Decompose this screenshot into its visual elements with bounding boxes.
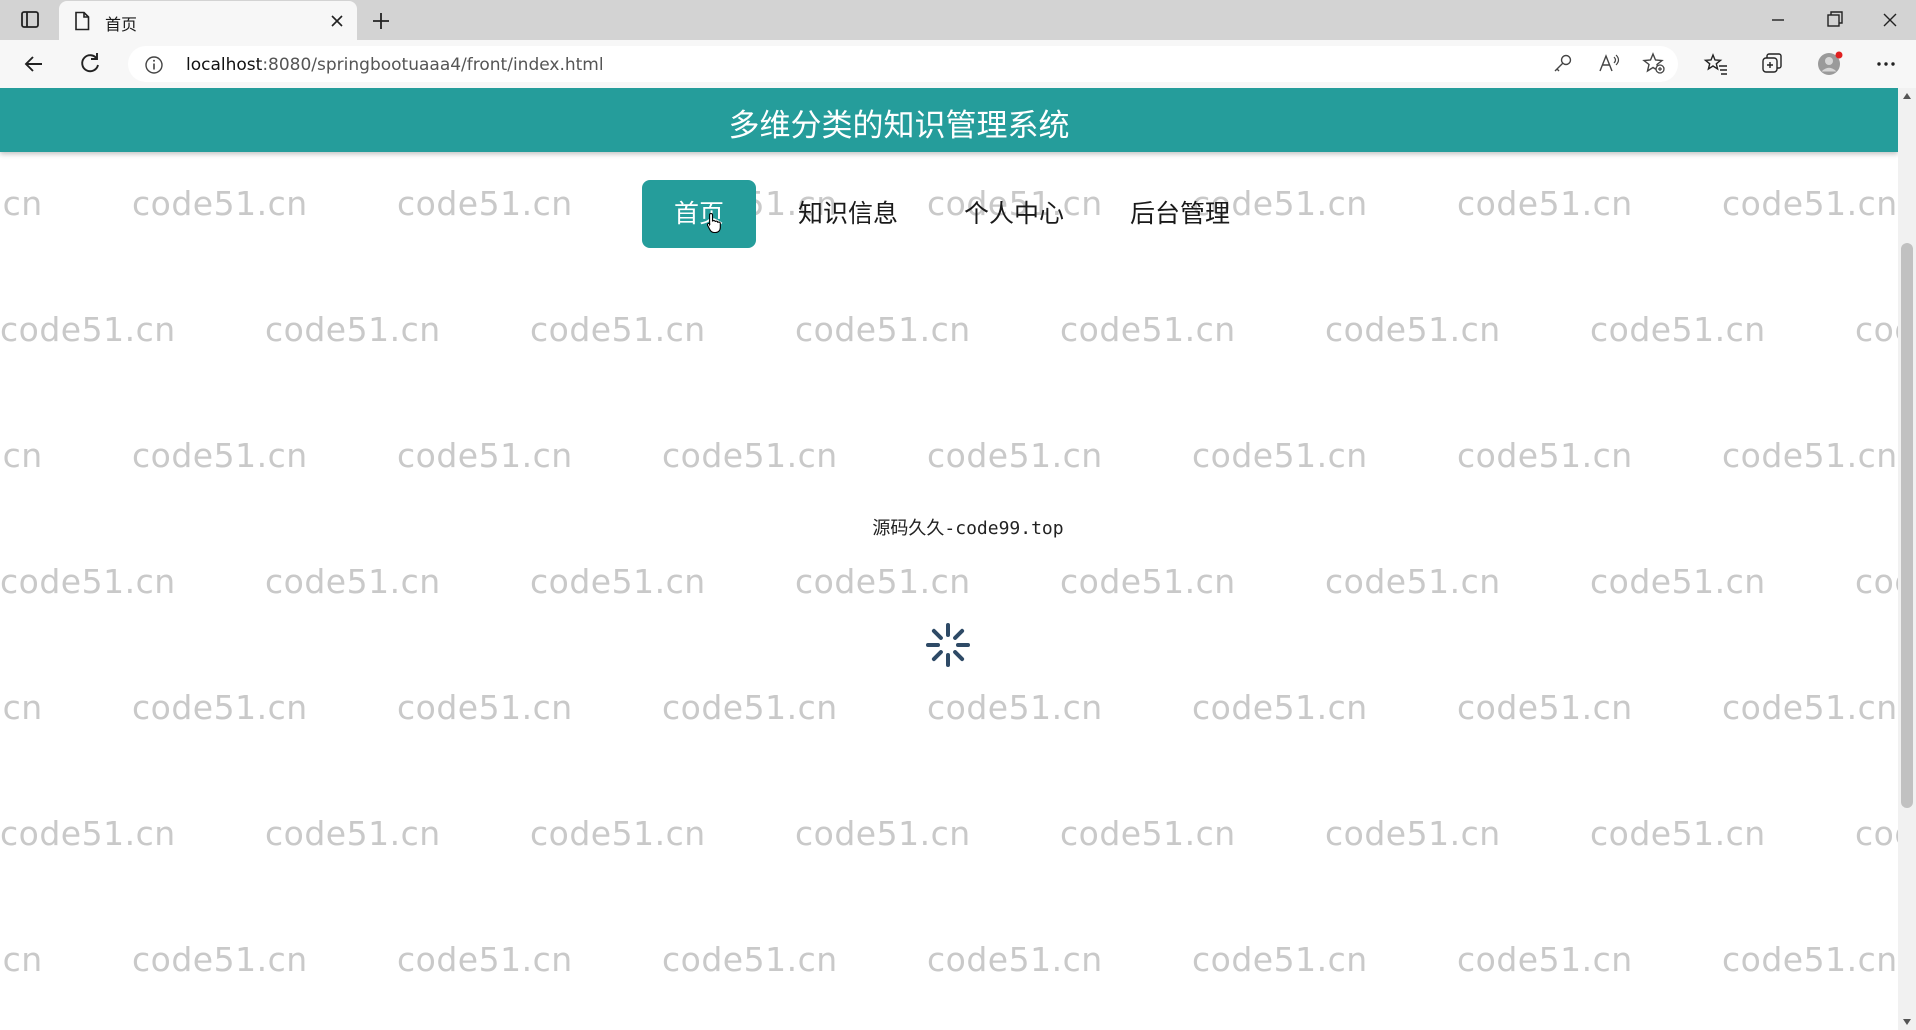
watermark-text: code51.cn — [927, 940, 1103, 979]
watermark-text: code51.cn — [1325, 814, 1501, 853]
main-nav: 首页 知识信息 个人中心 后台管理 — [0, 180, 1898, 248]
spinner-icon — [926, 623, 970, 667]
watermark-text: code51.cn — [662, 436, 838, 475]
watermark-text: code51.cn — [1457, 940, 1633, 979]
nav-item-knowledge[interactable]: 知识信息 — [790, 180, 906, 248]
watermark-text: code51.cn — [530, 562, 706, 601]
browser-toolbar: localhost:8080/springbootuaaa4/front/ind… — [0, 40, 1916, 88]
browser-tab-home[interactable]: 首页 — [59, 1, 357, 40]
watermark-text: code51.cn — [927, 436, 1103, 475]
watermark-text: code51.cn — [397, 688, 573, 727]
watermark-text: code51.cn — [0, 310, 176, 349]
watermark-text: code51.cn — [1192, 688, 1368, 727]
page-icon — [75, 11, 90, 31]
site-title: 多维分类的知识管理系统 — [728, 108, 1070, 144]
nav-item-admin[interactable]: 后台管理 — [1122, 180, 1238, 248]
site-header: 多维分类的知识管理系统 — [0, 88, 1898, 152]
read-aloud-icon[interactable] — [1594, 50, 1622, 78]
watermark-text: code51.cn — [1192, 436, 1368, 475]
plus-icon[interactable] — [368, 8, 394, 34]
watermark-text: code51.cn — [662, 940, 838, 979]
watermark-text: code51.cn — [265, 562, 441, 601]
watermark-text: code51.cn — [795, 562, 971, 601]
scrollbar-thumb[interactable] — [1901, 243, 1913, 808]
tab-actions-button[interactable] — [16, 8, 44, 32]
watermark-text: code51.cn — [132, 688, 308, 727]
hand-cursor-icon — [706, 212, 721, 234]
watermark-text: code51.cn — [1590, 310, 1766, 349]
url-host: localhost — [186, 55, 263, 75]
watermark-text: code51.cn — [265, 310, 441, 349]
watermark-text: code51.cn — [0, 688, 43, 727]
watermark-text: code51.cn — [1722, 688, 1898, 727]
watermark-text: code51.cn — [530, 814, 706, 853]
watermark-text: code51.cn — [132, 940, 308, 979]
watermark-text: code51.cn — [662, 688, 838, 727]
watermark-text: code51.cn — [1060, 310, 1236, 349]
watermark-text: code51.cn — [1855, 310, 1898, 349]
watermark-text: code51.cn — [1855, 562, 1898, 601]
watermark-text: code51.cn — [1722, 940, 1898, 979]
address-bar[interactable]: localhost:8080/springbootuaaa4/front/ind… — [128, 46, 1678, 82]
watermark-text: code51.cn — [795, 814, 971, 853]
minimize-icon[interactable] — [1758, 6, 1798, 34]
watermark-text: code51.cn — [1060, 562, 1236, 601]
watermark-text: code51.cn — [1722, 436, 1898, 475]
watermark-text: code51.cn — [397, 436, 573, 475]
scroll-up-arrow-icon[interactable] — [1902, 92, 1912, 100]
tab-close-icon[interactable] — [327, 11, 347, 31]
scroll-down-arrow-icon[interactable] — [1902, 1018, 1912, 1026]
tab-title: 首页 — [105, 15, 138, 34]
watermark-text: code51.cn — [1192, 940, 1368, 979]
watermark-text: code51.cn — [0, 562, 176, 601]
watermark-text: code51.cn — [265, 814, 441, 853]
watermark-text: code51.cn — [0, 436, 43, 475]
watermark-text: code51.cn — [927, 688, 1103, 727]
watermark-text: code51.cn — [1855, 814, 1898, 853]
page-viewport: code51.cn code51.cn code51.cn code51.cn code… — [0, 88, 1898, 1030]
sidebar-icon — [21, 11, 39, 28]
key-icon[interactable] — [1548, 50, 1576, 78]
restore-icon[interactable] — [1814, 6, 1854, 34]
page-scrollbar[interactable] — [1898, 88, 1916, 1030]
more-icon[interactable] — [1872, 50, 1900, 78]
url-path: :8080/springbootuaaa4/front/index.html — [262, 55, 604, 75]
refresh-icon[interactable] — [76, 50, 104, 78]
watermark-text: code51.cn — [1060, 814, 1236, 853]
info-icon[interactable] — [144, 55, 164, 75]
watermark-text: code51.cn — [132, 436, 308, 475]
watermark-text: code51.cn — [1590, 814, 1766, 853]
watermark-text: code51.cn — [1325, 562, 1501, 601]
profile-icon[interactable] — [1816, 50, 1844, 78]
url-text[interactable]: localhost:8080/springbootuaaa4/front/ind… — [186, 55, 604, 75]
watermark-text: code51.cn — [530, 310, 706, 349]
watermark-text: code51.cn — [795, 310, 971, 349]
footer-text: 源码久久-code99.top — [872, 518, 1064, 539]
watermark-text: code51.cn — [1590, 562, 1766, 601]
favorites-icon[interactable] — [1702, 50, 1730, 78]
watermark-text: code51.cn — [0, 814, 176, 853]
nav-item-home[interactable]: 首页 — [642, 180, 756, 248]
watermark-text: code51.cn — [1325, 310, 1501, 349]
watermark-text: code51.cn — [1457, 688, 1633, 727]
watermark-text: code51.cn — [397, 940, 573, 979]
add-favorite-icon[interactable] — [1640, 50, 1668, 78]
collections-icon[interactable] — [1758, 50, 1786, 78]
browser-tabstrip: 首页 — [0, 0, 1916, 40]
watermark-text: code51.cn — [1457, 436, 1633, 475]
watermark-text: code51.cn — [0, 940, 43, 979]
back-icon[interactable] — [20, 50, 48, 78]
nav-item-personal-center[interactable]: 个人中心 — [956, 180, 1072, 248]
window-close-icon[interactable] — [1870, 6, 1910, 34]
